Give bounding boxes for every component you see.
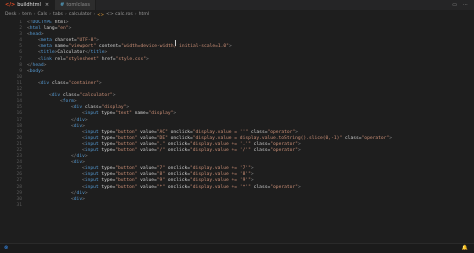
breadcrumb-item[interactable]: tern xyxy=(22,12,31,17)
code-line[interactable]: 31 xyxy=(0,203,474,209)
chevron-right-icon: › xyxy=(134,12,137,17)
chevron-right-icon: › xyxy=(49,12,52,17)
editor-window: </> buildhtml × # tomlclass ▭ ⋯ Desk › t… xyxy=(0,0,474,253)
more-actions-icon[interactable]: ⋯ xyxy=(463,2,468,8)
text-cursor xyxy=(175,40,176,46)
chevron-right-icon: › xyxy=(93,12,96,17)
split-editor-icon[interactable]: ▭ xyxy=(452,2,457,8)
tab-label: buildhtml xyxy=(17,2,41,8)
breadcrumb-item[interactable]: calculator xyxy=(69,12,92,17)
tab-label: tomlclass xyxy=(66,2,91,8)
bell-icon[interactable]: 🔔 xyxy=(462,245,468,251)
code-editor[interactable]: 1 <!DOCTYPE html> 2 <html lang="en"> 3 <head>… xyxy=(0,20,474,244)
status-bar: ⊗ 🔔 xyxy=(0,243,474,253)
close-icon[interactable]: × xyxy=(45,2,49,8)
tab-bar: </> buildhtml × # tomlclass ▭ ⋯ xyxy=(0,0,474,10)
breadcrumb-item[interactable]: Desk xyxy=(5,12,16,17)
breadcrumb: Desk › tern › Cals › tabs › calculator ›… xyxy=(0,10,474,19)
chevron-right-icon: › xyxy=(64,12,67,17)
chevron-right-icon: › xyxy=(18,12,21,17)
breadcrumb-item[interactable]: <> calc.ros xyxy=(106,12,133,17)
tab-tomlclass[interactable]: # tomlclass xyxy=(55,0,97,10)
remote-icon[interactable]: ⊗ xyxy=(4,245,8,251)
tab-buildhtml[interactable]: </> buildhtml × xyxy=(0,0,56,10)
chevron-right-icon: › xyxy=(33,12,36,17)
html-file-icon: </> xyxy=(5,2,16,8)
breadcrumb-item[interactable]: tabs xyxy=(53,12,63,17)
css-file-icon: # xyxy=(60,2,65,8)
window-controls: ▭ ⋯ xyxy=(452,0,474,10)
html-file-icon: <> xyxy=(97,12,104,17)
breadcrumb-item[interactable]: html xyxy=(139,12,149,17)
breadcrumb-item[interactable]: Cals xyxy=(37,12,47,17)
line-number: 31 xyxy=(16,202,22,208)
